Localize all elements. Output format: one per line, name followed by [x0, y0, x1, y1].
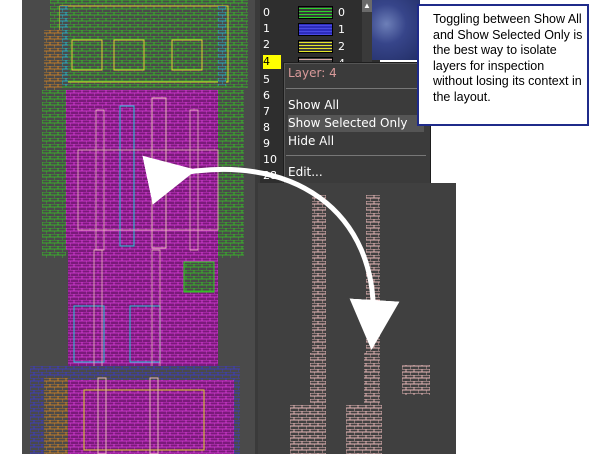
double-headed-curved-arrow-icon	[142, 155, 400, 350]
